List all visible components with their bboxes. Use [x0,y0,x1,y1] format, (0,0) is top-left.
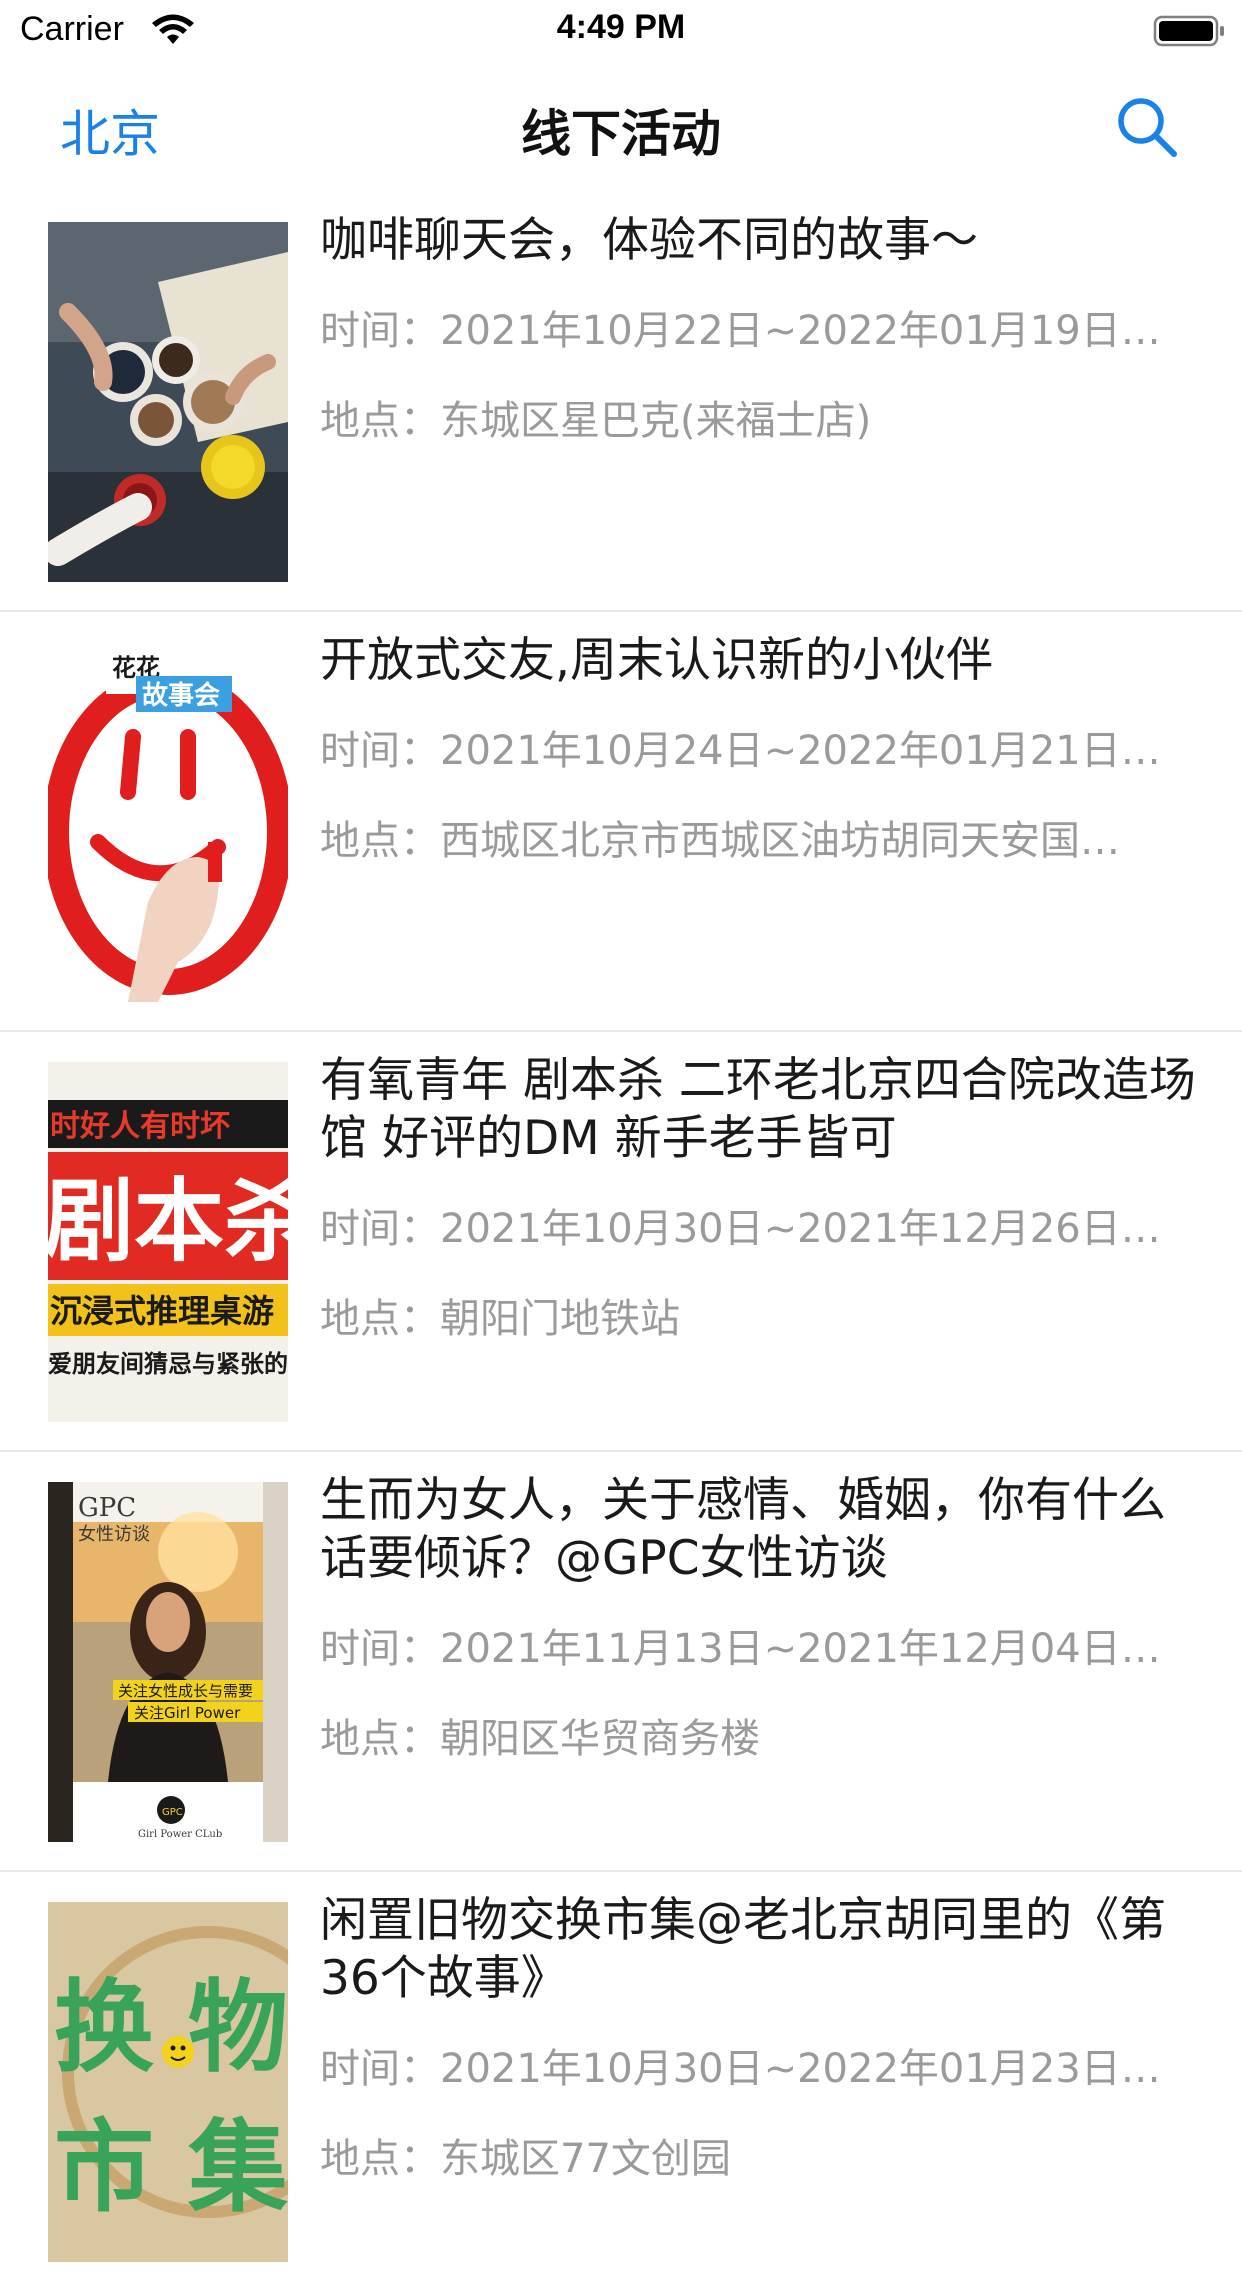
thumb-text: 时好人有时坏 [50,1109,230,1144]
time-label: 时间： [320,2046,440,2092]
event-title: 生而为女人，关于感情、婚姻，你有什么话要倾诉？@GPC女性访谈 [320,1473,1166,1586]
event-time: 时间：2021年10月22日~2022年01月19日… [320,302,1180,360]
event-time: 时间：2021年11月13日~2021年12月04日每… [320,1620,1180,1678]
event-list: 咖啡聊天会，体验不同的故事～ 时间：2021年10月22日~2022年01月19… [0,192,1242,2292]
place-label: 地点： [320,1716,440,1762]
time-value: 2021年10月30日~2021年12月26日… [440,1206,1161,1252]
thumb-text: 集 [187,2109,288,2226]
event-thumbnail: 时好人有时坏 剧本杀 沉浸式推理桌游 爱朋友间猜忌与紧张的 [48,1062,288,1422]
thumb-text: 沉浸式推理桌游 [50,1292,274,1330]
event-title: 咖啡聊天会，体验不同的故事～ [320,213,978,268]
thumb-text: 关注女性成长与需要 [118,1682,253,1700]
event-info: 咖啡聊天会，体验不同的故事～ 时间：2021年10月22日~2022年01月19… [320,212,1200,450]
time-label: 时间： [320,728,440,774]
event-thumbnail [48,222,288,582]
event-time: 时间：2021年10月30日~2022年01月23日… [320,2040,1180,2098]
event-place: 地点：东城区星巴克(来福士店) [320,392,1180,450]
event-place: 地点：西城区北京市西城区油坊胡同天安国… [320,812,1180,870]
event-place: 地点：朝阳门地铁站 [320,1290,1180,1348]
place-value: 东城区77文创园 [440,2136,731,2182]
event-info: 有氧青年 剧本杀 二环老北京四合院改造场馆 好评的DM 新手老手皆可 时间：20… [320,1052,1200,1348]
event-place: 地点：东城区77文创园 [320,2130,1180,2188]
list-item[interactable]: 时好人有时坏 剧本杀 沉浸式推理桌游 爱朋友间猜忌与紧张的 有氧青年 剧本杀 二… [0,1032,1242,1452]
place-value: 西城区北京市西城区油坊胡同天安国… [440,818,1120,864]
list-item[interactable]: 换 物 市 集 闲置旧物交换市集@老北京胡同里的《第36个故事》 时间：2021… [0,1872,1242,2292]
place-value: 东城区星巴克(来福士店) [440,398,872,444]
thumb-text: Girl Power CLub [138,1829,222,1840]
time-label: 时间： [320,308,440,354]
event-title: 闲置旧物交换市集@老北京胡同里的《第36个故事》 [320,1893,1166,2006]
time-label: 时间： [320,1206,440,1252]
event-info: 开放式交友,周末认识新的小伙伴 时间：2021年10月24日~2022年01月2… [320,632,1200,870]
event-title: 有氧青年 剧本杀 二环老北京四合院改造场馆 好评的DM 新手老手皆可 [320,1053,1196,1166]
time-value: 2021年10月22日~2022年01月19日… [440,308,1161,354]
thumb-text: 关注Girl Power [134,1704,241,1722]
battery-icon [1153,15,1224,47]
event-info: 生而为女人，关于感情、婚姻，你有什么话要倾诉？@GPC女性访谈 时间：2021年… [320,1472,1200,1768]
place-label: 地点： [320,398,440,444]
city-selector-button[interactable]: 北京 [60,94,160,166]
search-icon[interactable] [1114,94,1180,160]
place-value: 朝阳区华贸商务楼 [440,1716,760,1762]
thumb-text: 爱朋友间猜忌与紧张的 [48,1350,288,1378]
event-title: 开放式交友,周末认识新的小伙伴 [320,633,993,688]
list-item[interactable]: 花花 故事会 开放式交友,周末认识新的小伙伴 时间：2021年10月24日~20… [0,612,1242,1032]
event-place: 地点：朝阳区华贸商务楼 [320,1710,1180,1768]
place-label: 地点： [320,2136,440,2182]
time-label: 时间： [320,1626,440,1672]
list-item[interactable]: GPC 女性访谈 关注女性成长与需要 关注Girl Power GPC Girl… [0,1452,1242,1872]
thumb-text: 故事会 [142,681,220,711]
time-value: 2021年11月13日~2021年12月04日每… [440,1626,1180,1672]
status-bar: Carrier 4:49 PM [0,0,1242,60]
event-thumbnail: 换 物 市 集 [48,1902,288,2262]
place-label: 地点： [320,818,440,864]
event-time: 时间：2021年10月30日~2021年12月26日… [320,1200,1180,1258]
place-label: 地点： [320,1296,440,1342]
page-title: 线下活动 [521,105,721,163]
event-time: 时间：2021年10月24日~2022年01月21日… [320,722,1180,780]
navigation-bar: 北京 线下活动 [0,60,1242,192]
list-item[interactable]: 咖啡聊天会，体验不同的故事～ 时间：2021年10月22日~2022年01月19… [0,192,1242,612]
time-value: 2021年10月24日~2022年01月21日… [440,728,1161,774]
thumb-text: 剧本杀 [48,1169,288,1274]
event-thumbnail: 花花 故事会 [48,642,288,1002]
thumb-text: 女性访谈 [78,1524,150,1545]
clock: 4:49 PM [556,8,686,46]
thumb-text: 市 [54,2109,154,2226]
svg-text:GPC: GPC [162,1807,183,1818]
time-value: 2021年10月30日~2022年01月23日… [440,2046,1161,2092]
thumb-text: GPC [78,1493,136,1523]
event-info: 闲置旧物交换市集@老北京胡同里的《第36个故事》 时间：2021年10月30日~… [320,1892,1200,2188]
thumb-text: 换 [54,1969,154,2086]
thumb-text: 物 [188,1969,288,2086]
place-value: 朝阳门地铁站 [440,1296,680,1342]
event-thumbnail: GPC 女性访谈 关注女性成长与需要 关注Girl Power GPC Girl… [48,1482,288,1842]
